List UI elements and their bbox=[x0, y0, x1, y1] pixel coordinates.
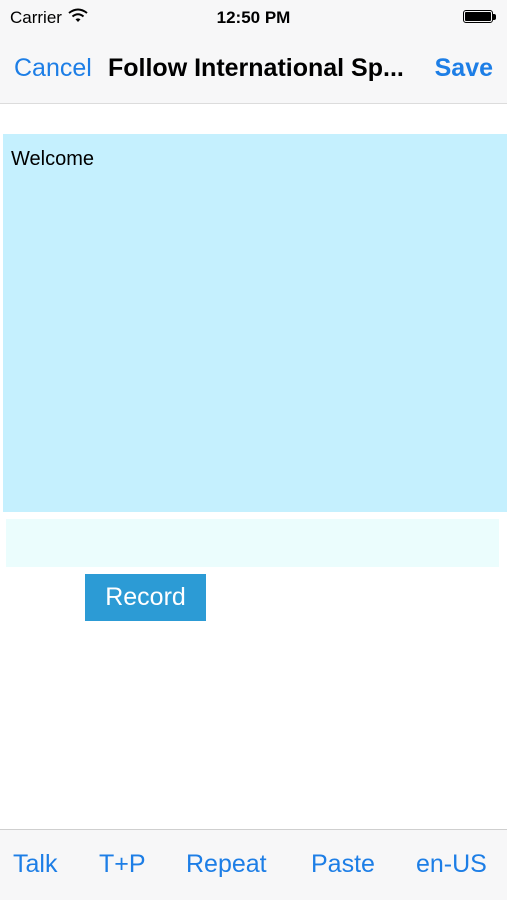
speech-text-area[interactable]: Welcome bbox=[3, 134, 507, 512]
talk-button[interactable]: Talk bbox=[13, 850, 57, 879]
clock: 12:50 PM bbox=[216, 8, 291, 27]
text-plus-phrase-button[interactable]: T+P bbox=[99, 850, 146, 879]
record-button[interactable]: Record bbox=[85, 574, 206, 621]
battery-icon bbox=[463, 10, 497, 25]
page-title: Follow International Sp... bbox=[108, 54, 404, 82]
bottom-toolbar: Talk T+P Repeat Paste en-US bbox=[0, 829, 507, 900]
status-bar: Carrier 12:50 PM bbox=[0, 0, 507, 36]
navigation-bar: Cancel Follow International Sp... Save bbox=[0, 36, 507, 104]
cancel-button[interactable]: Cancel bbox=[14, 54, 92, 83]
screen: Carrier 12:50 PM Cancel Follow Internati… bbox=[0, 0, 507, 900]
repeat-button[interactable]: Repeat bbox=[186, 850, 267, 879]
save-button[interactable]: Save bbox=[435, 54, 493, 83]
phrase-input[interactable] bbox=[6, 519, 499, 567]
paste-button[interactable]: Paste bbox=[311, 850, 375, 879]
language-button[interactable]: en-US bbox=[416, 850, 487, 879]
speech-text: Welcome bbox=[11, 148, 94, 170]
